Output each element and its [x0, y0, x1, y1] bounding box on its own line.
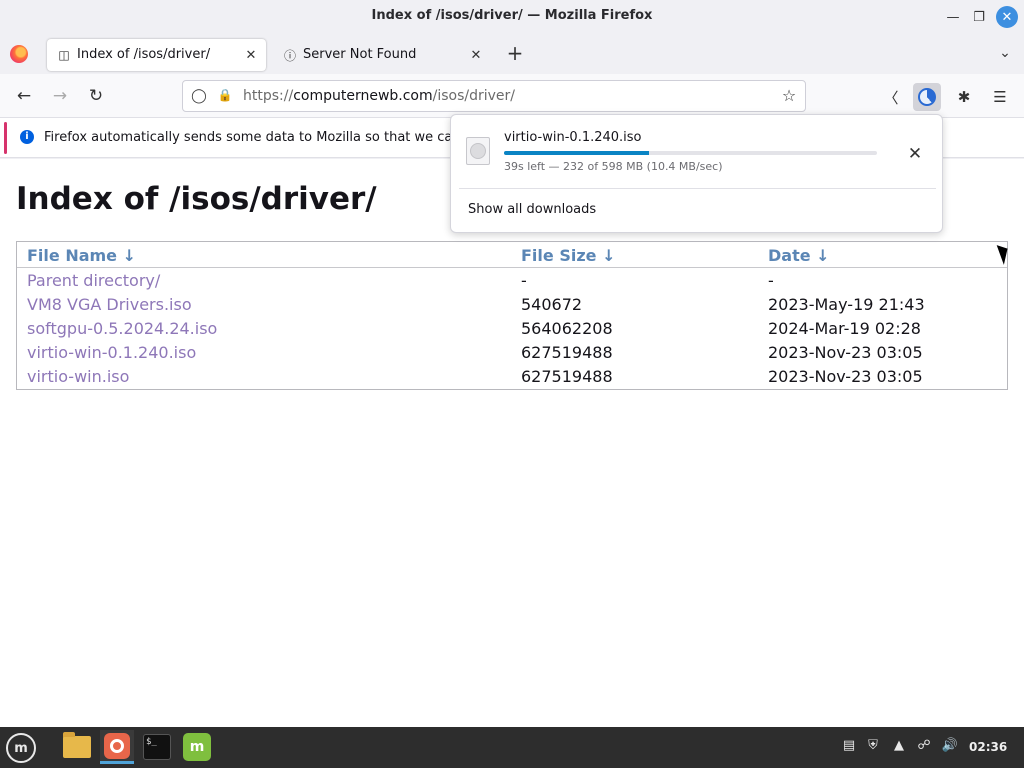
- navigation-toolbar: ← → ↻ ◯ 🔒 https://computernewb.com/isos/…: [0, 74, 1024, 118]
- volume-icon[interactable]: 🔊: [941, 738, 959, 756]
- file-size: 627519488: [521, 367, 613, 386]
- url-text[interactable]: https://computernewb.com/isos/driver/: [243, 88, 515, 104]
- file-date: 2023-Nov-23 03:05: [768, 343, 923, 362]
- file-size: 564062208: [521, 319, 613, 338]
- lock-icon[interactable]: 🔒: [217, 88, 233, 104]
- tab-label: Index of /isos/driver/: [77, 47, 211, 62]
- downloads-panel: virtio-win-0.1.240.iso 39s left — 232 of…: [450, 114, 943, 233]
- back-arrow-icon[interactable]: ←: [12, 85, 36, 107]
- file-date: 2023-Nov-23 03:05: [768, 367, 923, 386]
- tab-label: Server Not Found: [303, 47, 417, 62]
- tab-list-chevron-down-icon[interactable]: ⌄: [994, 42, 1016, 64]
- tab-server-not-found[interactable]: ⓘ Server Not Found ✕: [273, 39, 491, 71]
- info-icon: ⓘ: [283, 48, 296, 63]
- download-progress-icon: [918, 88, 936, 106]
- table-row: virtio-win.iso 627519488 2023-Nov-23 03:…: [17, 367, 1007, 391]
- network-icon[interactable]: ☍: [915, 738, 933, 756]
- disc-image-file-icon: [466, 137, 490, 165]
- file-size: -: [521, 271, 527, 290]
- panel-divider: [459, 188, 936, 189]
- table-row: softgpu-0.5.2024.24.iso 564062208 2024-M…: [17, 319, 1007, 343]
- downloads-button[interactable]: [913, 83, 941, 111]
- show-all-downloads-link[interactable]: Show all downloads: [468, 202, 596, 217]
- close-tab-icon[interactable]: ✕: [467, 46, 485, 64]
- maximize-icon[interactable]: ❐: [968, 6, 990, 28]
- clipboard-tray-icon[interactable]: ▤: [840, 738, 858, 756]
- file-link[interactable]: VM8 VGA Drivers.iso: [27, 295, 192, 314]
- header-divider: [17, 267, 1007, 268]
- reload-icon[interactable]: ↻: [84, 85, 108, 107]
- menu-hamburger-icon[interactable]: ☰: [986, 83, 1014, 111]
- tracking-protection-shield-icon[interactable]: ◯: [191, 88, 207, 104]
- notification-accent: [4, 122, 7, 154]
- extensions-puzzle-icon[interactable]: ✱: [950, 83, 978, 111]
- table-row: Parent directory/ - -: [17, 271, 1007, 295]
- file-size: 627519488: [521, 343, 613, 362]
- page-favicon-icon: ◫: [58, 48, 70, 62]
- download-filename[interactable]: virtio-win-0.1.240.iso: [504, 130, 642, 145]
- download-progress-bar: [504, 151, 877, 155]
- column-header-date[interactable]: Date ↓: [768, 246, 830, 265]
- file-date: 2023-May-19 21:43: [768, 295, 925, 314]
- window-titlebar: Index of /isos/driver/ — Mozilla Firefox…: [0, 0, 1024, 34]
- minimize-icon[interactable]: —: [942, 6, 964, 28]
- mint-menu-icon[interactable]: m: [6, 733, 36, 763]
- terminal-icon[interactable]: $_: [140, 730, 174, 764]
- taskbar: m $_ m ▤ ⛨ ▲ ☍ 🔊 02:36: [0, 727, 1024, 768]
- notification-text: Firefox automatically sends some data to…: [44, 130, 454, 145]
- file-link[interactable]: softgpu-0.5.2024.24.iso: [27, 319, 217, 338]
- file-link[interactable]: virtio-win.iso: [27, 367, 129, 386]
- window-title: Index of /isos/driver/ — Mozilla Firefox: [371, 8, 653, 23]
- download-progress-fill: [504, 151, 649, 155]
- table-row: virtio-win-0.1.240.iso 627519488 2023-No…: [17, 343, 1007, 367]
- file-link[interactable]: virtio-win-0.1.240.iso: [27, 343, 196, 362]
- tab-index-of-isos-driver[interactable]: ◫ Index of /isos/driver/ ✕: [47, 39, 266, 71]
- page-heading: Index of /isos/driver/: [16, 181, 377, 217]
- close-window-icon[interactable]: ✕: [996, 6, 1018, 28]
- files-folder-icon[interactable]: [60, 730, 94, 764]
- mint-update-icon[interactable]: m: [180, 730, 214, 764]
- pocket-icon[interactable]: 〈: [877, 83, 905, 111]
- forward-arrow-icon[interactable]: →: [48, 85, 72, 107]
- table-row: VM8 VGA Drivers.iso 540672 2023-May-19 2…: [17, 295, 1007, 319]
- column-header-file-size[interactable]: File Size ↓: [521, 246, 615, 265]
- info-icon: i: [20, 130, 34, 144]
- file-listing-table: File Name ↓ File Size ↓ Date ↓ Parent di…: [16, 241, 1008, 390]
- file-date: 2024-Mar-19 02:28: [768, 319, 921, 338]
- bookmark-star-icon[interactable]: ☆: [779, 86, 799, 106]
- firefox-taskbar-icon[interactable]: [100, 730, 134, 764]
- shield-tray-icon[interactable]: ⛨: [864, 738, 882, 756]
- file-size: 540672: [521, 295, 583, 314]
- close-tab-icon[interactable]: ✕: [242, 46, 260, 64]
- file-link[interactable]: Parent directory/: [27, 271, 160, 290]
- new-tab-plus-icon[interactable]: +: [504, 41, 526, 65]
- address-bar[interactable]: ◯ 🔒 https://computernewb.com/isos/driver…: [182, 80, 806, 112]
- column-header-file-name[interactable]: File Name ↓: [27, 246, 136, 265]
- cancel-download-icon[interactable]: ✕: [904, 143, 926, 165]
- update-tray-icon[interactable]: ▲: [890, 738, 908, 756]
- page-content: Index of /isos/driver/ File Name ↓ File …: [0, 159, 1024, 727]
- firefox-view-icon[interactable]: [10, 45, 28, 63]
- download-status: 39s left — 232 of 598 MB (10.4 MB/sec): [504, 160, 723, 173]
- file-date: -: [768, 271, 774, 290]
- clock[interactable]: 02:36: [969, 740, 1007, 754]
